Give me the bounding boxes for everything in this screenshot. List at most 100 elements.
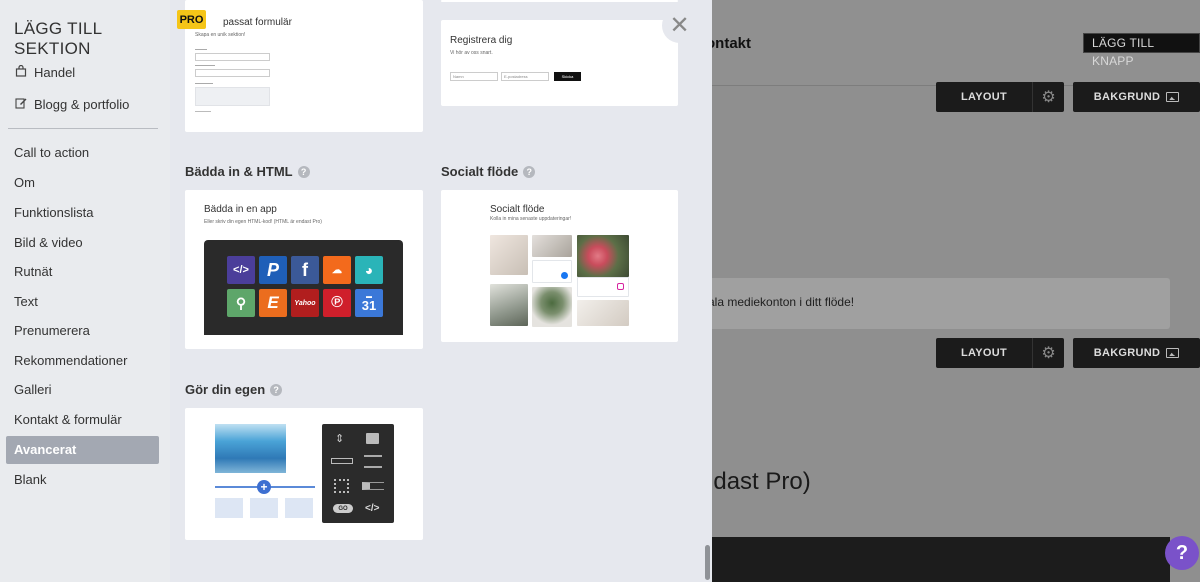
section-card-social[interactable]: Socialt flöde Kolla in mina senaste uppd…: [441, 190, 678, 342]
help-icon[interactable]: ?: [297, 165, 310, 178]
shopping-bag-icon: [14, 64, 27, 80]
section-heading-embed: Bädda in & HTML ?: [185, 164, 310, 179]
plus-icon: +: [257, 480, 271, 494]
section-card-own[interactable]: + ⇕ GO </>: [185, 408, 423, 540]
button-icon: [331, 458, 353, 464]
section-heading-label: Bädda in & HTML: [185, 164, 293, 179]
card-title: Registrera dig: [450, 35, 513, 46]
section-toolbar: LAYOUT ⚙ BAKGRUND: [936, 338, 1200, 368]
section-card-embed[interactable]: Bädda in en app Eller skriv din egen HTM…: [185, 190, 423, 349]
layout-button[interactable]: LAYOUT ⚙: [936, 82, 1064, 112]
social-post-card: [532, 260, 572, 283]
card-subtitle: Skapa en unik sektion!: [195, 32, 246, 38]
sidebar-item-label: Text: [14, 294, 38, 309]
placeholder-block: [250, 498, 278, 518]
sidebar-item-blogg-portfolio[interactable]: Blogg & portfolio: [14, 97, 129, 112]
help-icon[interactable]: ?: [523, 165, 536, 178]
paypal-icon: P: [259, 256, 287, 284]
section-card-register[interactable]: Registrera dig Vi hör av oss snart. Namn…: [441, 20, 678, 106]
card-subtitle: Kolla in mina senaste uppdateringar!: [490, 216, 572, 222]
sidebar-item-label: Avancerat: [14, 442, 77, 457]
name-field-preview: Namn: [450, 72, 498, 81]
form-preview-line: [195, 65, 215, 66]
panel-scrollbar[interactable]: [705, 545, 710, 580]
form-preview-textarea: [195, 87, 270, 106]
close-icon[interactable]: ✕: [662, 8, 697, 43]
section-heading-social: Socialt flöde ?: [441, 164, 536, 179]
section-heading-own: Gör din egen ?: [185, 382, 283, 397]
social-post-image: [532, 235, 572, 257]
glacier-image: [215, 424, 286, 473]
image-icon: [1166, 348, 1180, 358]
sidebar-item-blank[interactable]: Blank: [14, 472, 47, 487]
background-button[interactable]: BAKGRUND: [1073, 338, 1200, 368]
section-heading-label: Socialt flöde: [441, 164, 519, 179]
video-icon: [366, 433, 379, 444]
sidebar-item-galleri[interactable]: Galleri: [14, 382, 52, 397]
gear-icon[interactable]: ⚙: [1032, 338, 1064, 368]
code-icon: </>: [365, 503, 380, 514]
help-icon[interactable]: ?: [270, 383, 283, 396]
go-button-icon: GO: [333, 504, 353, 513]
section-picker-panel: passat formulär Skapa en unik sektion! R…: [170, 0, 712, 582]
gear-icon[interactable]: ⚙: [1032, 82, 1064, 112]
dark-section: [712, 537, 1170, 582]
social-post-image: [490, 235, 528, 275]
layout-button[interactable]: LAYOUT ⚙: [936, 338, 1064, 368]
sidebar-item-call-to-action[interactable]: Call to action: [14, 145, 89, 160]
background-label: BAKGRUND: [1093, 347, 1161, 359]
image-text-icon: [362, 482, 384, 490]
sidebar-item-prenumerera[interactable]: Prenumerera: [14, 323, 90, 338]
section-card-custom-form[interactable]: passat formulär Skapa en unik sektion!: [185, 0, 423, 132]
grid-icon: [334, 479, 349, 493]
background-label: BAKGRUND: [1093, 91, 1161, 103]
google-maps-icon: ⚲: [227, 289, 255, 317]
facebook-icon: f: [291, 256, 319, 284]
card-title: passat formulär: [223, 17, 292, 28]
card-title: Bädda in en app: [204, 204, 277, 215]
sidebar-item-bild-video[interactable]: Bild & video: [14, 235, 83, 250]
form-preview-line: [195, 83, 213, 84]
social-post-image: [490, 284, 528, 326]
sidebar-item-label: Rutnät: [14, 264, 53, 279]
etsy-icon: E: [259, 289, 287, 317]
placeholder-block: [215, 498, 243, 518]
sidebar-item-handel[interactable]: Handel: [14, 64, 75, 80]
sidebar-item-rutnat[interactable]: Rutnät: [14, 264, 52, 279]
sidebar-divider: [8, 128, 158, 129]
edit-icon: [14, 97, 27, 112]
spacer-icon: ⇕: [335, 433, 345, 445]
card-subtitle: Vi hör av oss snart.: [450, 50, 493, 56]
social-post-image: [577, 235, 629, 277]
social-post-card: [577, 277, 629, 297]
app-icon-tray: </> P f ☁ ◕ ⚲ E Yahoo ℗ ▬ 31: [204, 240, 403, 335]
calendar-day: 31: [361, 298, 377, 313]
layout-label: LAYOUT: [960, 91, 1007, 103]
facebook-icon: [561, 272, 568, 279]
placeholder-block: [285, 498, 313, 518]
sidebar-item-funktionslista[interactable]: Funktionslista: [14, 205, 93, 220]
background-page: ontakt LÄGG TILL KNAPP LAYOUT ⚙ BAKGRUND…: [712, 0, 1200, 582]
soundcloud-icon: ☁: [323, 256, 351, 284]
sidebar-item-kontakt-formular[interactable]: Kontakt & formulär: [14, 412, 122, 427]
add-button-button[interactable]: LÄGG TILL KNAPP: [1083, 33, 1200, 68]
calendar-icon: ▬ 31: [355, 289, 383, 317]
social-post-image: [577, 300, 629, 326]
sidebar-item-label: Blank: [14, 472, 47, 487]
sidebar-item-text[interactable]: Text: [14, 294, 38, 309]
background-button[interactable]: BAKGRUND: [1073, 82, 1200, 112]
sidebar-item-om[interactable]: Om: [14, 175, 35, 190]
sidebar-item-rekommendationer[interactable]: Rekommendationer: [14, 353, 127, 368]
sidebar-item-label: Galleri: [14, 382, 52, 397]
background-header: ontakt LÄGG TILL KNAPP: [712, 0, 1200, 86]
background-title: ontakt: [712, 35, 751, 52]
help-button[interactable]: ?: [1165, 536, 1199, 570]
image-icon: [1166, 92, 1180, 102]
sidebar-item-avancerat[interactable]: Avancerat: [14, 442, 76, 457]
field-placeholder: Namn: [453, 74, 464, 79]
form-preview-field: [195, 69, 270, 77]
form-preview-line: [195, 111, 211, 112]
card-subtitle: Eller skriv din egen HTML-kod! (HTML är …: [204, 219, 322, 225]
pro-badge: PRO: [177, 10, 206, 29]
social-post-image: [532, 287, 572, 327]
